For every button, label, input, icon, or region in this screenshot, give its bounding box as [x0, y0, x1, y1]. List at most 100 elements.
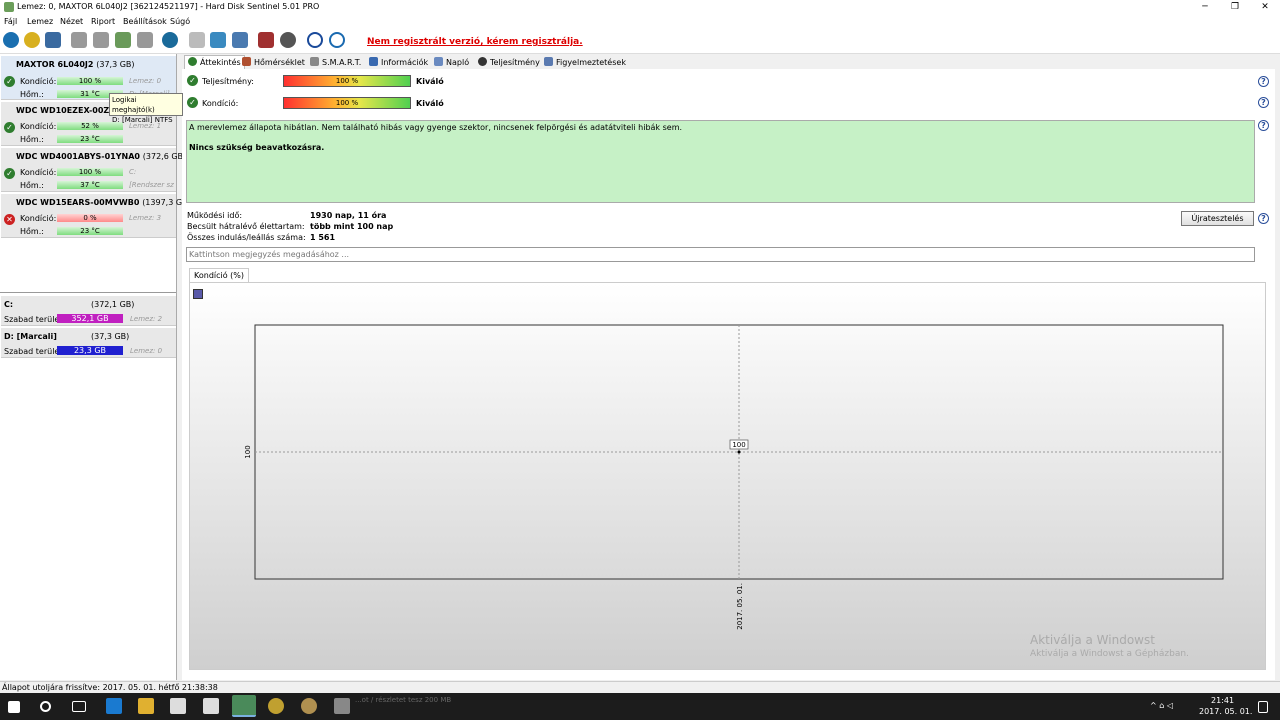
tab-alerts[interactable]: Figyelmeztetések — [544, 57, 626, 67]
mail-icon[interactable] — [203, 698, 219, 714]
free-space-bar: 352,1 GB — [57, 314, 123, 323]
condition-label: Kondíció: — [20, 77, 57, 86]
menu-disk[interactable]: Lemez — [27, 17, 53, 26]
tray-icons[interactable]: ^ ⌂ ◁ — [1150, 701, 1173, 710]
help-icon[interactable]: ? — [1258, 76, 1269, 87]
hds-taskbar-icon[interactable] — [232, 695, 256, 717]
test2-icon[interactable] — [93, 32, 109, 48]
uptime-value: 1930 nap, 11 óra — [310, 211, 387, 220]
test-icon[interactable] — [71, 32, 87, 48]
report-icon[interactable] — [189, 32, 205, 48]
menu-settings[interactable]: Beállítások — [123, 17, 167, 26]
temp-label: Hőm.: — [20, 181, 44, 190]
edge-icon[interactable] — [106, 698, 122, 714]
retest-button[interactable]: Újratesztelés — [1181, 211, 1254, 226]
tab-overview[interactable]: Áttekintés — [184, 55, 245, 69]
mail-icon[interactable] — [232, 32, 248, 48]
status-ok-icon: ✓ — [187, 97, 198, 108]
lifetime-label: Becsült hátralévő élettartam: — [187, 222, 305, 231]
search-icon[interactable] — [40, 701, 51, 712]
volume-size: (372,1 GB) — [91, 300, 135, 309]
tab-info[interactable]: Információk — [369, 57, 428, 67]
tab-smart[interactable]: S.M.A.R.T. — [310, 57, 361, 67]
test4-icon[interactable] — [137, 32, 153, 48]
data-point — [737, 450, 741, 454]
explorer-icon[interactable] — [138, 698, 154, 714]
free-space-bar: 23,3 GB — [57, 346, 123, 355]
volume-size: (37,3 GB) — [91, 332, 130, 341]
help-icon[interactable]: ? — [1258, 97, 1269, 108]
disk-title: MAXTOR 6L040J2 (37,3 GB) — [16, 60, 135, 69]
start-icon[interactable] — [8, 701, 20, 713]
temp-label: Hőm.: — [20, 90, 44, 99]
settings-icon[interactable] — [280, 32, 296, 48]
temp-bar: 37 °C — [57, 181, 123, 189]
performance-label: Teljesítmény: — [202, 77, 254, 86]
performance-text: Kiváló — [416, 77, 444, 86]
data-point-group: 100 — [729, 439, 749, 454]
watermark-sub: Aktiválja a Windowst a Gépházban. — [1030, 649, 1189, 659]
watermark: Aktiválja a Windowst — [1030, 633, 1155, 647]
status-error-icon: ✕ — [4, 214, 15, 225]
task-view-icon[interactable] — [72, 701, 86, 712]
close-button[interactable]: ✕ — [1250, 0, 1280, 15]
window-title: Lemez: 0, MAXTOR 6L040J2 [362124521197] … — [17, 2, 320, 11]
app-icon[interactable] — [301, 698, 317, 714]
condition-meter: 100 % — [283, 97, 411, 109]
register-link[interactable]: Nem regisztrált verzió, kérem regisztrál… — [367, 37, 583, 47]
volume-name: C: — [4, 300, 14, 309]
app-icon[interactable] — [268, 698, 284, 714]
menu-report[interactable]: Riport — [91, 17, 115, 26]
temp-label: Hőm.: — [20, 135, 44, 144]
menu-view[interactable]: Nézet — [60, 17, 83, 26]
help-icon[interactable]: ? — [1258, 120, 1269, 131]
condition-bar: 100 % — [57, 168, 123, 176]
condition-bar: 0 % — [57, 214, 123, 222]
tab-log[interactable]: Napló — [434, 57, 469, 67]
status-bar: Állapot utoljára frissítve: 2017. 05. 01… — [0, 681, 1280, 693]
chart-tab[interactable]: Kondíció (%) — [189, 268, 250, 282]
disk-item[interactable]: WDC WD15EARS-00MVWB0 (1397,3 GB) ✕ Kondí… — [1, 194, 191, 238]
tooltip: Logikai meghajtó(k) D: [Marcali] NTFS — [109, 93, 183, 124]
volume-item[interactable]: D: [Marcali] (37,3 GB) Szabad terület 23… — [1, 328, 176, 358]
help-icon[interactable] — [307, 32, 323, 48]
tab-temperature[interactable]: Hőmérséklet — [242, 57, 305, 67]
tab-performance[interactable]: Teljesítmény — [478, 57, 540, 67]
disk-icon[interactable] — [24, 32, 40, 48]
test3-icon[interactable] — [115, 32, 131, 48]
alert-icon[interactable] — [258, 32, 274, 48]
clock-time[interactable]: 21:41 — [1211, 696, 1234, 705]
help-icon[interactable]: ? — [1258, 213, 1269, 224]
temp-label: Hőm.: — [20, 227, 44, 236]
condition-label: Kondíció: — [202, 99, 239, 108]
free-space-label: Szabad terület — [4, 315, 63, 324]
starts-value: 1 561 — [310, 233, 336, 242]
disk-extra: C: — [129, 168, 137, 176]
taskbar: ...ot / részletet tesz 200 MB ^ ⌂ ◁ 21:4… — [0, 693, 1280, 720]
menu-help[interactable]: Súgó — [170, 17, 190, 26]
tooltip-line: D: [Marcali] NTFS — [112, 116, 173, 124]
taskbar-hidden-text: ...ot / részletet tesz 200 MB — [355, 696, 452, 704]
disk-item[interactable]: WDC WD4001ABYS-01YNA0 (372,6 GB) ✓ Kondí… — [1, 148, 186, 192]
overview-panel: ✓ Teljesítmény: 100 % Kiváló ? ✓ Kondíci… — [182, 69, 1275, 680]
info-icon[interactable] — [329, 32, 345, 48]
minimize-button[interactable]: ─ — [1190, 0, 1220, 15]
tooltip-line: Logikai meghajtó(k) — [112, 96, 155, 114]
volume-item[interactable]: C: (372,1 GB) Szabad terület 352,1 GB Le… — [1, 296, 176, 326]
lifetime-value: több mint 100 nap — [310, 222, 394, 231]
status-description: A merevlemez állapota hibátlan. Nem talá… — [186, 120, 1255, 203]
store-icon[interactable] — [170, 698, 186, 714]
maximize-button[interactable]: ❐ — [1220, 0, 1250, 15]
globe-icon[interactable] — [162, 32, 178, 48]
menu-bar: Fájl Lemez Nézet Riport Beállítások Súgó — [0, 15, 1280, 28]
refresh-icon[interactable] — [3, 32, 19, 48]
note-input[interactable]: Kattintson megjegyzés megadásához ... — [186, 247, 1255, 262]
drive-icon[interactable] — [45, 32, 61, 48]
status-ok-icon: ✓ — [4, 76, 15, 87]
menu-file[interactable]: Fájl — [4, 17, 17, 26]
app-icon[interactable] — [334, 698, 350, 714]
chart-area: 100 2017. 05. 01. 100 Aktiválja a Window… — [189, 282, 1266, 670]
clock-date[interactable]: 2017. 05. 01. — [1199, 707, 1252, 716]
export-icon[interactable] — [210, 32, 226, 48]
notifications-icon[interactable] — [1258, 701, 1268, 713]
